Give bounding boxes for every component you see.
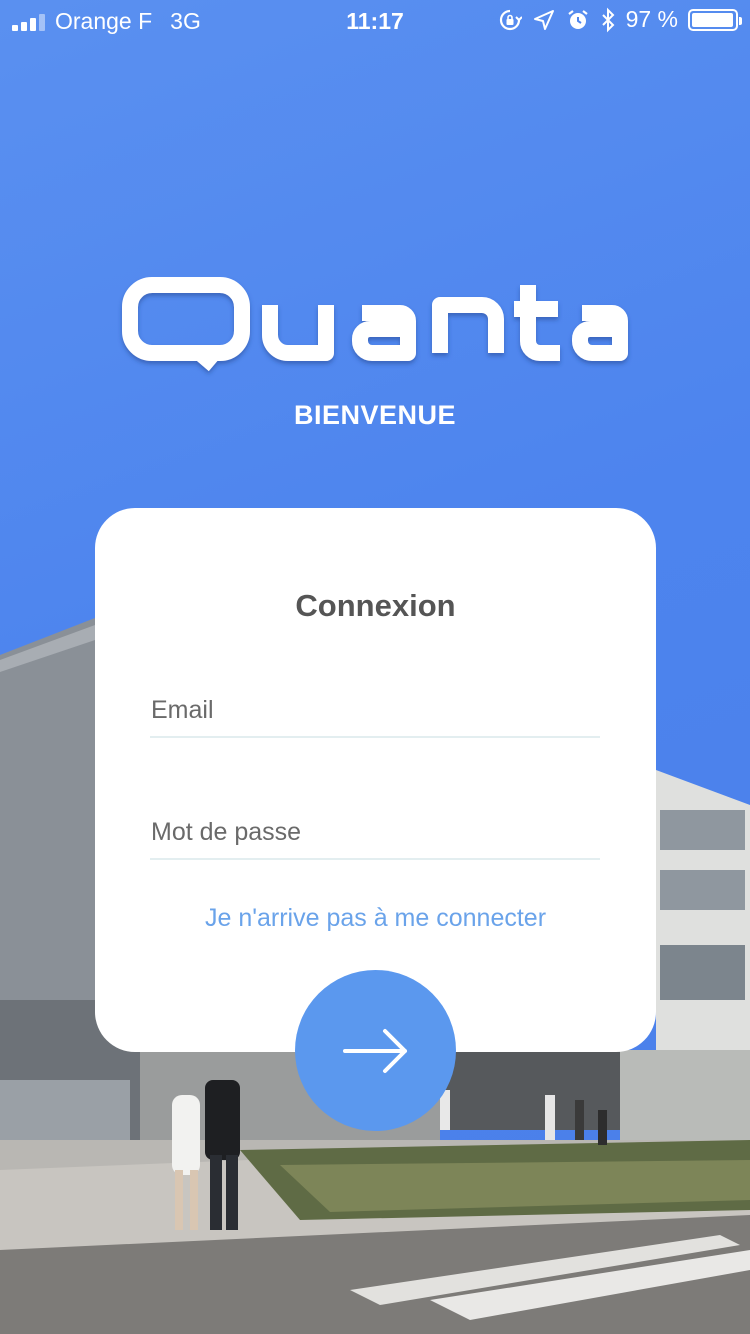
rotation-lock-icon (499, 9, 522, 30)
battery-percent: 97 % (625, 6, 678, 32)
password-input[interactable] (150, 808, 600, 856)
password-field (150, 808, 600, 860)
forgot-login-link[interactable]: Je n'arrive pas à me connecter (95, 904, 656, 933)
battery-icon (688, 8, 742, 31)
welcome-heading: BIENVENUE (293, 400, 457, 430)
battery-fill (692, 12, 733, 27)
status-bar: Orange F 3G 11:17 97 % (0, 0, 750, 40)
alarm-icon (567, 9, 588, 29)
location-icon (533, 9, 554, 30)
arrow-right-icon (342, 1028, 407, 1073)
email-input[interactable] (150, 686, 600, 734)
email-field (150, 686, 600, 738)
bluetooth-icon (601, 7, 614, 32)
submit-login-button[interactable] (295, 970, 456, 1131)
quanta-logo (122, 277, 628, 372)
status-right: 97 % (498, 6, 742, 33)
login-screen: Orange F 3G 11:17 97 % BIENVENUE Connexi… (0, 0, 750, 1334)
login-title: Connexion (295, 588, 456, 623)
